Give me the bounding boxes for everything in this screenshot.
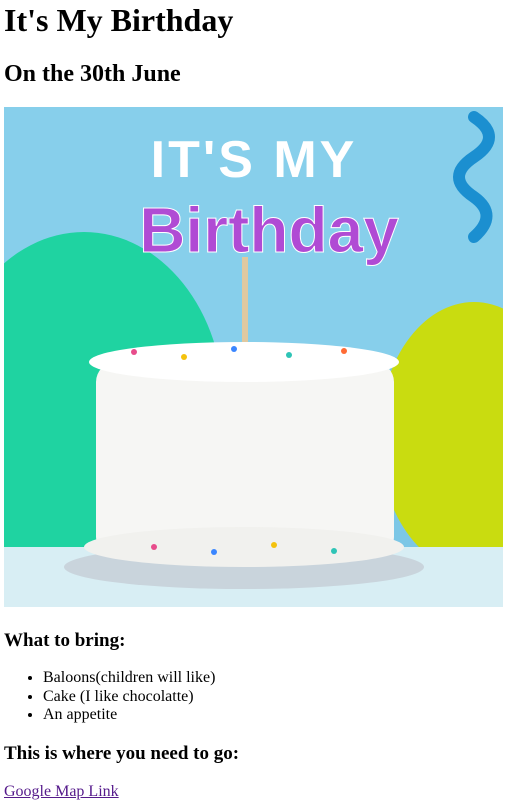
page-title: It's My Birthday — [4, 2, 234, 38]
image-line1: IT'S MY — [151, 131, 358, 189]
bring-heading: What to bring: — [4, 630, 126, 651]
date-subtitle: On the 30th June — [4, 61, 181, 87]
location-heading: This is where you need to go: — [4, 743, 240, 764]
birthday-cake-image: IT'S MY Birthday — [4, 107, 503, 607]
image-line2: Birthday — [139, 194, 399, 266]
google-map-link[interactable]: Google Map Link — [4, 783, 119, 801]
bring-item: Cake (I like chocolatte) — [43, 688, 215, 707]
bring-list: Baloons(children will like) Cake (I like… — [4, 669, 215, 725]
bring-item: Baloons(children will like) — [43, 669, 215, 688]
bring-item: An appetite — [43, 706, 215, 725]
